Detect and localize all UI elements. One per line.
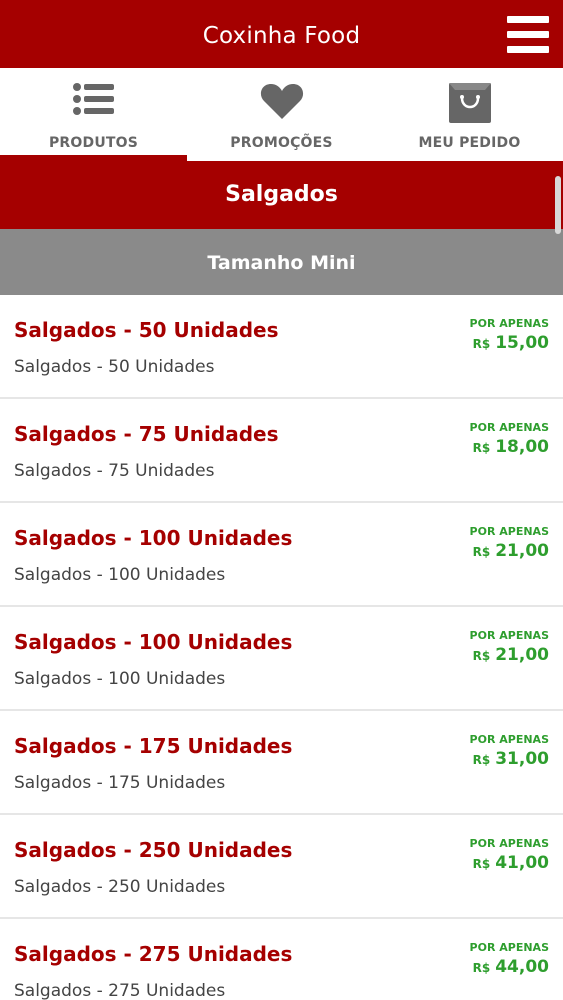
currency-symbol: R$ <box>472 961 491 975</box>
app-header: Coxinha Food <box>0 0 563 68</box>
tab-promocoes-label: PROMOÇÕES <box>230 135 333 151</box>
app-title: Coxinha Food <box>202 23 361 49</box>
heart-icon <box>260 82 304 124</box>
price-label: POR APENAS <box>469 421 549 434</box>
price-label: POR APENAS <box>469 837 549 850</box>
product-description: Salgados - 275 Unidades <box>14 981 226 1000</box>
currency-symbol: R$ <box>472 649 491 663</box>
product-item[interactable]: Salgados - 275 Unidades Salgados - 275 U… <box>0 919 563 1000</box>
category-title: Salgados <box>0 161 563 229</box>
price-value: 31,00 <box>495 749 549 769</box>
price-label: POR APENAS <box>469 629 549 642</box>
product-price: R$ 44,00 <box>473 957 549 977</box>
product-item[interactable]: Salgados - 175 Unidades Salgados - 175 U… <box>0 711 563 815</box>
product-name: Salgados - 250 Unidades <box>14 838 293 862</box>
currency-symbol: R$ <box>472 857 491 871</box>
price-value: 21,00 <box>495 541 549 561</box>
product-price: R$ 21,00 <box>473 541 549 561</box>
product-item[interactable]: Salgados - 100 Unidades Salgados - 100 U… <box>0 503 563 607</box>
currency-symbol: R$ <box>472 337 491 351</box>
product-description: Salgados - 250 Unidades <box>14 877 226 897</box>
product-description: Salgados - 50 Unidades <box>14 357 215 377</box>
product-description: Salgados - 175 Unidades <box>14 773 226 793</box>
tab-meu-pedido[interactable]: MEU PEDIDO <box>376 68 563 161</box>
list-icon <box>72 82 116 120</box>
tab-promocoes[interactable]: PROMOÇÕES <box>188 68 375 161</box>
product-name: Salgados - 100 Unidades <box>14 630 293 654</box>
product-price: R$ 31,00 <box>473 749 549 769</box>
product-name: Salgados - 275 Unidades <box>14 942 293 966</box>
hamburger-menu-icon[interactable] <box>507 16 549 53</box>
tab-meu-pedido-label: MEU PEDIDO <box>418 135 521 151</box>
scrollbar[interactable] <box>555 176 561 234</box>
price-value: 44,00 <box>495 957 549 977</box>
currency-symbol: R$ <box>472 753 491 767</box>
product-list: Salgados - 50 Unidades Salgados - 50 Uni… <box>0 295 563 1000</box>
price-label: POR APENAS <box>469 733 549 746</box>
currency-symbol: R$ <box>472 545 491 559</box>
product-price: R$ 18,00 <box>473 437 549 457</box>
price-value: 41,00 <box>495 853 549 873</box>
price-label: POR APENAS <box>469 317 549 330</box>
subcategory-title: Tamanho Mini <box>0 229 563 295</box>
product-name: Salgados - 75 Unidades <box>14 422 279 446</box>
currency-symbol: R$ <box>472 441 491 455</box>
tab-produtos[interactable]: PRODUTOS <box>0 68 187 161</box>
product-item[interactable]: Salgados - 75 Unidades Salgados - 75 Uni… <box>0 399 563 503</box>
product-description: Salgados - 100 Unidades <box>14 565 226 585</box>
price-label: POR APENAS <box>469 941 549 954</box>
product-item[interactable]: Salgados - 100 Unidades Salgados - 100 U… <box>0 607 563 711</box>
product-item[interactable]: Salgados - 250 Unidades Salgados - 250 U… <box>0 815 563 919</box>
product-price: R$ 21,00 <box>473 645 549 665</box>
product-item[interactable]: Salgados - 50 Unidades Salgados - 50 Uni… <box>0 295 563 399</box>
price-value: 21,00 <box>495 645 549 665</box>
tab-produtos-label: PRODUTOS <box>48 135 139 151</box>
product-name: Salgados - 50 Unidades <box>14 318 279 342</box>
price-value: 18,00 <box>495 437 549 457</box>
price-label: POR APENAS <box>469 525 549 538</box>
product-name: Salgados - 100 Unidades <box>14 526 293 550</box>
shopping-bag-icon <box>448 82 492 128</box>
product-price: R$ 41,00 <box>473 853 549 873</box>
product-name: Salgados - 175 Unidades <box>14 734 293 758</box>
product-price: R$ 15,00 <box>473 333 549 353</box>
product-description: Salgados - 100 Unidades <box>14 669 226 689</box>
price-value: 15,00 <box>495 333 549 353</box>
product-description: Salgados - 75 Unidades <box>14 461 215 481</box>
tab-bar: PRODUTOS PROMOÇÕES MEU PEDIDO <box>0 68 563 161</box>
